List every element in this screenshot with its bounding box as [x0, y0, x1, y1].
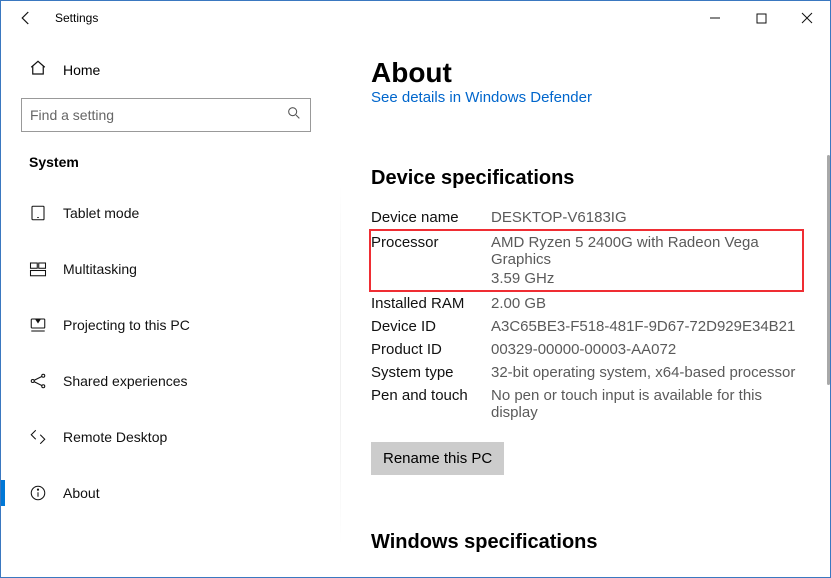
sidebar-item-label: Tablet mode [63, 205, 139, 221]
sidebar-item-remote-desktop[interactable]: Remote Desktop [21, 416, 321, 458]
sidebar-item-shared-experiences[interactable]: Shared experiences [21, 360, 321, 402]
windows-defender-link[interactable]: See details in Windows Defender [371, 89, 592, 106]
spec-value: AMD Ryzen 5 2400G with Radeon Vega Graph… [491, 234, 796, 268]
spec-label: Device ID [371, 318, 491, 335]
spec-label: System type [371, 364, 491, 381]
sidebar-item-tablet-mode[interactable]: Tablet mode [21, 192, 321, 234]
shared-icon [29, 372, 47, 390]
windows-spec-heading: Windows specifications [371, 531, 812, 554]
sidebar-item-projecting[interactable]: Projecting to this PC [21, 304, 321, 346]
page-title: About [371, 57, 812, 89]
processor-highlight: Processor AMD Ryzen 5 2400G with Radeon … [369, 229, 804, 292]
search-box[interactable] [21, 98, 311, 132]
maximize-button[interactable] [738, 3, 784, 33]
sidebar-item-label: Projecting to this PC [63, 317, 190, 333]
spec-processor-line2: 3.59 GHz [371, 269, 796, 288]
projecting-icon [29, 316, 47, 334]
spec-value: DESKTOP-V6183IG [491, 209, 812, 226]
remote-icon [29, 428, 47, 446]
home-nav[interactable]: Home [29, 59, 321, 80]
sidebar-item-label: Multitasking [63, 261, 137, 277]
category-header: System [29, 154, 321, 170]
sidebar-item-multitasking[interactable]: Multitasking [21, 248, 321, 290]
sidebar-item-label: About [63, 485, 100, 501]
tablet-icon [29, 204, 47, 222]
title-bar: Settings [1, 1, 830, 35]
spec-value: 00329-00000-00003-AA072 [491, 341, 812, 358]
spec-label: Device name [371, 209, 491, 226]
spec-product-id: Product ID 00329-00000-00003-AA072 [371, 338, 812, 361]
spec-value: 32-bit operating system, x64-based proce… [491, 364, 812, 381]
search-icon [286, 105, 302, 126]
home-label: Home [63, 62, 100, 78]
spec-value: 2.00 GB [491, 295, 812, 312]
spec-processor: Processor AMD Ryzen 5 2400G with Radeon … [371, 233, 796, 269]
spec-device-id: Device ID A3C65BE3-F518-481F-9D67-72D929… [371, 315, 812, 338]
window-controls [692, 3, 830, 33]
spec-value: 3.59 GHz [491, 270, 796, 287]
spec-ram: Installed RAM 2.00 GB [371, 292, 812, 315]
spec-system-type: System type 32-bit operating system, x64… [371, 361, 812, 384]
rename-pc-button[interactable]: Rename this PC [371, 442, 504, 475]
info-icon [29, 484, 47, 502]
spec-value: A3C65BE3-F518-481F-9D67-72D929E34B21 [491, 318, 812, 335]
sidebar: Home System Tablet mode Multitasking [1, 35, 341, 577]
sidebar-item-label: Remote Desktop [63, 429, 167, 445]
main-content: About See details in Windows Defender De… [341, 35, 830, 577]
sidebar-item-about[interactable]: About [21, 472, 321, 514]
home-icon [29, 59, 47, 80]
spec-value: No pen or touch input is available for t… [491, 387, 812, 421]
device-spec-heading: Device specifications [371, 167, 812, 190]
search-input[interactable] [30, 107, 286, 123]
multitasking-icon [29, 260, 47, 278]
spec-label: Processor [371, 234, 491, 268]
spec-label: Product ID [371, 341, 491, 358]
back-button[interactable] [11, 3, 41, 33]
spec-label: Pen and touch [371, 387, 491, 421]
spec-label-empty [371, 270, 491, 287]
scrollbar[interactable] [827, 155, 830, 385]
spec-pen-touch: Pen and touch No pen or touch input is a… [371, 384, 812, 424]
device-specs: Device name DESKTOP-V6183IG Processor AM… [371, 206, 812, 424]
minimize-button[interactable] [692, 3, 738, 33]
spec-label: Installed RAM [371, 295, 491, 312]
sidebar-item-label: Shared experiences [63, 373, 188, 389]
spec-device-name: Device name DESKTOP-V6183IG [371, 206, 812, 229]
window-title: Settings [55, 11, 98, 25]
close-button[interactable] [784, 3, 830, 33]
